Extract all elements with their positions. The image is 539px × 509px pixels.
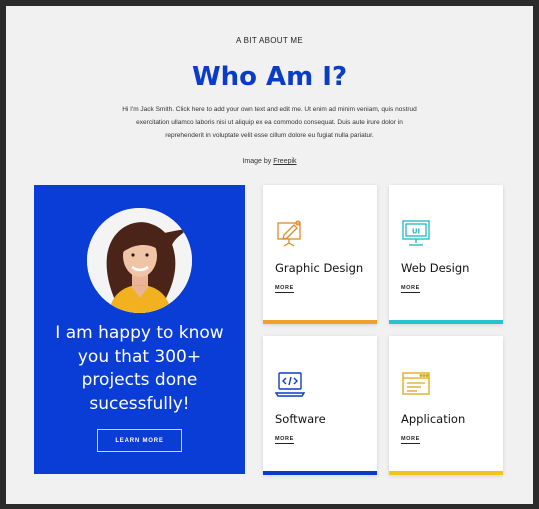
portrait-image	[87, 208, 192, 313]
intro-text[interactable]: Hi I'm Jack Smith. Click here to add you…	[101, 103, 438, 142]
card-title: Graphic Design	[275, 261, 364, 275]
more-link[interactable]: MORE	[275, 436, 294, 444]
credit-prefix: Image by	[242, 158, 274, 165]
intro-line: Hi I'm Jack Smith. Click here to add you…	[122, 106, 417, 113]
service-card-graphic-design[interactable]: Graphic Design MORE	[263, 185, 377, 324]
service-card-software[interactable]: Software MORE	[263, 336, 377, 475]
about-section: A BIT ABOUT ME Who Am I? Hi I'm Jack Smi…	[6, 6, 533, 504]
hero-line: projects done	[81, 370, 198, 390]
easel-icon	[275, 218, 305, 248]
hero-message: I am happy to know you that 300+ project…	[44, 322, 235, 416]
card-accent-bar	[389, 320, 503, 324]
ui-monitor-icon: UI	[401, 218, 431, 248]
hero-panel: I am happy to know you that 300+ project…	[34, 185, 245, 474]
more-link[interactable]: MORE	[401, 436, 420, 444]
intro-line: exercitation ullamco laboris nisi ut ali…	[136, 119, 403, 126]
code-laptop-icon	[275, 369, 305, 399]
service-card-application[interactable]: Application MORE	[389, 336, 503, 475]
hero-line: you that 300+	[77, 346, 202, 367]
avatar	[87, 208, 192, 313]
hero-line: I am happy to know	[55, 323, 224, 343]
service-card-web-design[interactable]: UI Web Design MORE	[389, 185, 503, 324]
card-title: Application	[401, 412, 466, 426]
learn-more-button[interactable]: LEARN MORE	[97, 429, 182, 452]
card-title: Web Design	[401, 261, 470, 275]
image-credit: Image by Freepik	[6, 158, 533, 165]
hero-line: sucessfully!	[89, 393, 190, 414]
more-link[interactable]: MORE	[275, 285, 294, 293]
svg-text:UI: UI	[412, 228, 420, 236]
card-title: Software	[275, 412, 326, 426]
app-window-icon	[401, 369, 431, 399]
page-title: Who Am I?	[191, 62, 348, 92]
freepik-link[interactable]: Freepik	[273, 158, 296, 165]
card-accent-bar	[389, 471, 503, 475]
intro-line: reprehenderit in voluptate velit esse ci…	[165, 132, 374, 139]
card-accent-bar	[263, 471, 377, 475]
section-eyebrow: A BIT ABOUT ME	[235, 36, 304, 45]
more-link[interactable]: MORE	[401, 285, 420, 293]
card-accent-bar	[263, 320, 377, 324]
